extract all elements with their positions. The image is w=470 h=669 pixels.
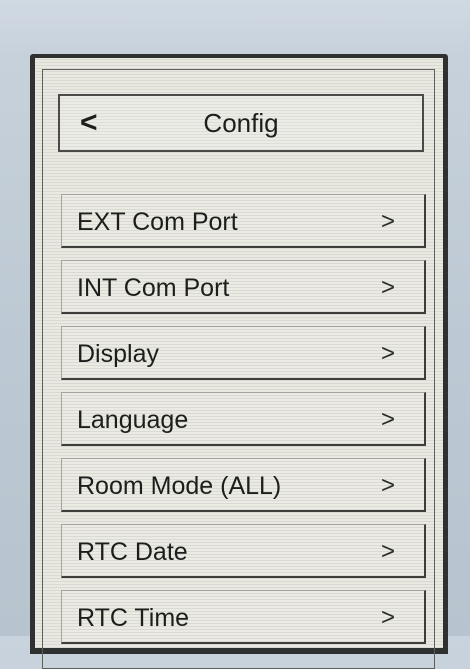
chevron-right-icon: > xyxy=(380,406,395,433)
menu-item-language[interactable]: Language > xyxy=(61,392,426,446)
device-housing xyxy=(0,0,470,56)
menu-item-label: EXT Com Port xyxy=(77,208,238,236)
menu-item-label: RTC Date xyxy=(77,538,188,566)
menu-item-label: Language xyxy=(77,406,189,434)
page-title: Config xyxy=(203,108,279,138)
chevron-right-icon: > xyxy=(380,472,395,499)
chevron-right-icon: > xyxy=(380,340,395,367)
chevron-right-icon: > xyxy=(380,604,395,631)
chevron-right-icon: > xyxy=(380,538,395,565)
chevron-right-icon: > xyxy=(380,274,395,301)
menu-item-label: Display xyxy=(77,340,159,368)
menu-item-room-mode[interactable]: Room Mode (ALL) > xyxy=(61,458,426,512)
menu-item-int-com-port[interactable]: INT Com Port > xyxy=(61,260,426,314)
menu-item-label: RTC Time xyxy=(77,604,190,632)
menu-item-label: Room Mode (ALL) xyxy=(77,472,282,500)
menu-item-rtc-date[interactable]: RTC Date > xyxy=(61,524,426,578)
chevron-right-icon: > xyxy=(380,208,395,235)
menu-item-display[interactable]: Display > xyxy=(61,326,426,380)
menu-item-ext-com-port[interactable]: EXT Com Port > xyxy=(61,194,426,248)
config-header: < Config xyxy=(58,94,424,152)
lcd-screen: < Config EXT Com Port > INT Com Port > D… xyxy=(35,58,443,669)
menu-item-label: INT Com Port xyxy=(77,274,230,302)
